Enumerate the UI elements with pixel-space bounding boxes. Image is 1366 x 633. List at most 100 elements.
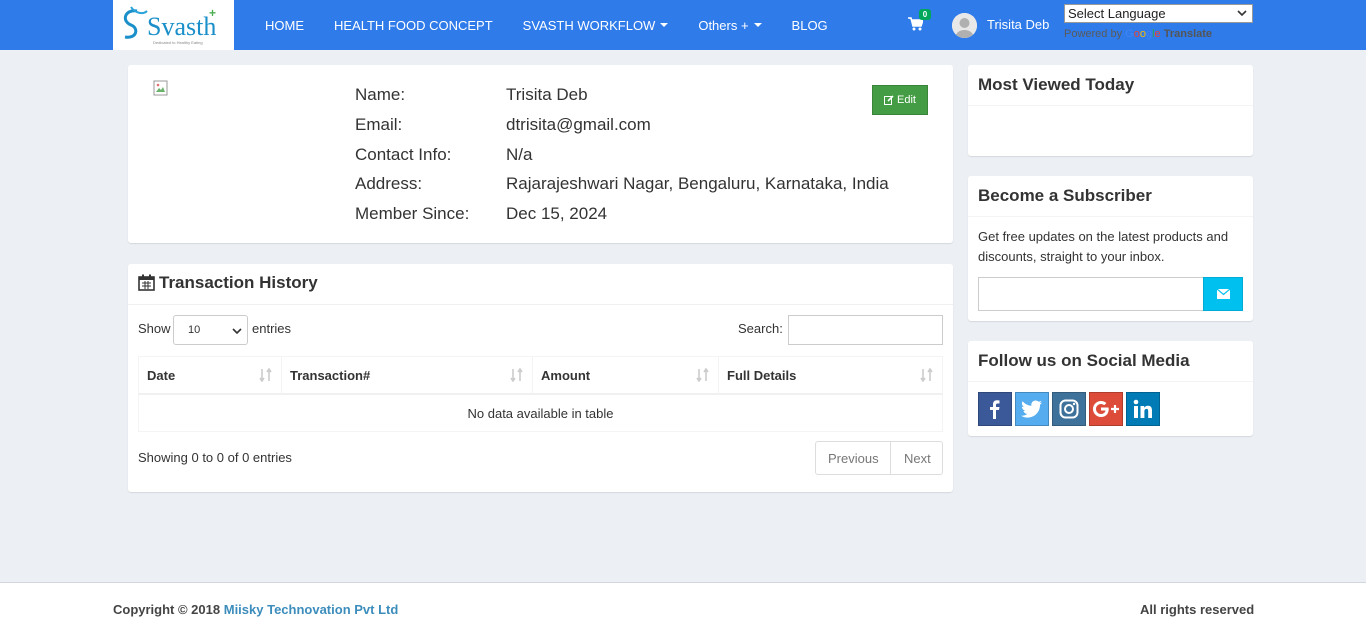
email-value: dtrisita@gmail.com [506,115,651,134]
nav-svasth-workflow[interactable]: SVASTH WORKFLOW [508,0,684,50]
twitter-icon [1021,400,1042,418]
member-since-value: Dec 15, 2024 [506,204,608,223]
nav-blog-label: BLOG [791,17,828,33]
svasth-logo-icon: Svasth + Dedicated to Healthy Eating [123,6,216,45]
edit-button-label: Edit [897,94,916,106]
chevron-down-icon [232,328,242,335]
user-avatar-icon [952,13,977,38]
top-navbar: Svasth + Dedicated to Healthy Eating HOM… [0,0,1366,50]
nav-home[interactable]: HOME [250,0,319,50]
most-viewed-card: Most Viewed Today [968,65,1253,156]
user-avatar[interactable] [952,13,977,38]
google-plus-icon [1093,401,1119,417]
social-title: Follow us on Social Media [978,351,1190,370]
name-value: Trisita Deb [506,85,588,104]
column-header-label: Amount [541,368,591,383]
logo-text: Svasth [147,12,216,41]
name-label: Name: [355,85,406,104]
column-header-amount[interactable]: Amount [533,357,719,394]
linkedin-button[interactable] [1126,392,1160,426]
copyright-prefix: Copyright © 2018 [113,602,221,617]
next-page-button[interactable]: Next [891,442,942,474]
linkedin-icon [1133,399,1152,418]
google-letter: G [1125,28,1134,40]
nav-workflow-label: SVASTH WORKFLOW [522,17,656,33]
subscribe-email-input[interactable] [978,277,1204,311]
column-header-label: Full Details [727,368,797,383]
table-header: Date Transaction# Amount Full Details [138,356,943,395]
page-size-value: 10 [188,324,201,336]
cart-count-badge: 0 [919,9,931,20]
sort-icon [510,368,523,382]
logo-tagline: Dedicated to Healthy Eating [153,40,203,45]
company-link[interactable]: Miisky Technovation Pvt Ltd [224,602,399,617]
nav-blog[interactable]: BLOG [777,0,843,50]
copyright-text: Copyright © 2018 Miisky Technovation Pvt… [113,602,398,617]
user-name[interactable]: Trisita Deb [987,17,1049,32]
address-value: Rajarajeshwari Nagar, Bengaluru, Karnata… [506,174,889,193]
translate-link[interactable]: Translate [1164,28,1212,40]
subscribe-card: Become a Subscriber Get free updates on … [968,176,1253,321]
contact-value: N/a [506,145,533,164]
table-info: Showing 0 to 0 of 0 entries [138,450,292,465]
svg-text:+: + [209,6,216,20]
chevron-down-icon [1237,10,1247,17]
most-viewed-title: Most Viewed Today [978,75,1135,94]
caret-down-icon [753,23,762,27]
broken-image-icon [153,80,168,96]
twitter-button[interactable] [1015,392,1049,426]
google-letter: e [1154,28,1161,40]
column-header-label: Date [147,368,176,383]
language-select-value: Select Language [1068,6,1166,21]
sort-icon [696,368,709,382]
calendar-icon [138,274,155,291]
column-header-transaction[interactable]: Transaction# [282,357,533,394]
pagination: Previous Next [815,441,943,475]
member-since-label: Member Since: [355,204,470,223]
transaction-history-card: Transaction History Show 10 entries Sear… [128,264,953,492]
caret-down-icon [660,23,669,27]
previous-page-button[interactable]: Previous [816,442,891,474]
instagram-button[interactable] [1052,392,1086,426]
site-logo[interactable]: Svasth + Dedicated to Healthy Eating [113,0,234,50]
nav-home-label: HOME [265,17,304,33]
search-label: Search: [738,321,783,336]
google-plus-button[interactable] [1089,392,1123,426]
edit-profile-button[interactable]: Edit [872,85,928,115]
sort-icon [920,368,933,382]
envelope-icon [1216,289,1230,299]
address-label: Address: [355,174,423,193]
nav-others-label: Others + [698,17,749,33]
powered-by-text: Powered by [1064,28,1123,40]
page-footer: Copyright © 2018 Miisky Technovation Pvt… [0,582,1366,633]
table-empty-message: No data available in table [138,395,943,432]
entries-label: entries [252,321,292,336]
subscribe-title: Become a Subscriber [978,186,1152,205]
column-header-label: Transaction# [290,368,371,383]
divider [968,216,1253,217]
language-select[interactable]: Select Language [1064,4,1253,23]
edit-icon [884,95,894,105]
contact-label: Contact Info: [355,145,452,164]
transaction-history-title: Transaction History [159,273,318,292]
rights-reserved-text: All rights reserved [1140,602,1255,617]
subscribe-button[interactable] [1203,277,1243,311]
search-input[interactable] [788,315,943,345]
divider [968,381,1253,382]
column-header-date[interactable]: Date [139,357,282,394]
transaction-history-header: Transaction History [128,264,953,305]
instagram-icon [1059,399,1079,419]
subscribe-description: Get free updates on the latest products … [978,229,1229,264]
show-label: Show [138,321,171,336]
social-card: Follow us on Social Media [968,341,1253,436]
profile-card: Name: Trisita Deb Email: dtrisita@gmail.… [128,65,953,243]
nav-others[interactable]: Others + [683,0,776,50]
page-size-select[interactable]: 10 [173,315,248,345]
sort-icon [259,368,272,382]
nav-health-food-concept[interactable]: HEALTH FOOD CONCEPT [319,0,508,50]
facebook-button[interactable] [978,392,1012,426]
nav-health-food-label: HEALTH FOOD CONCEPT [334,17,493,33]
column-header-full-details[interactable]: Full Details [719,357,942,394]
divider [968,105,1253,106]
facebook-icon [990,400,1000,419]
